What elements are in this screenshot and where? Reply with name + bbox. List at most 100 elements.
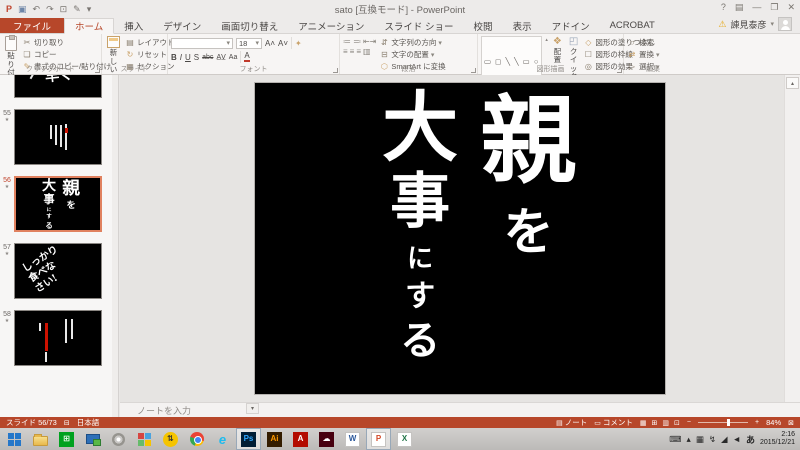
dialog-launcher[interactable]: [471, 68, 476, 73]
start-slideshow-icon[interactable]: ⊡: [60, 4, 68, 15]
action-center-icon[interactable]: ▦: [696, 434, 704, 445]
clock[interactable]: 2:16 2015/12/21: [760, 431, 795, 448]
zoom-level[interactable]: 84%: [766, 418, 781, 427]
cut-button[interactable]: ✂切り取り: [22, 37, 111, 48]
chrome-icon[interactable]: [185, 429, 208, 449]
font-color-button[interactable]: A: [244, 52, 249, 62]
tab-insert[interactable]: 挿入: [114, 18, 153, 33]
word-icon[interactable]: W: [341, 429, 364, 449]
notes-toggle[interactable]: ▤ノート: [556, 417, 587, 428]
avatar[interactable]: [778, 17, 792, 31]
show-hidden-icons-icon[interactable]: ▴: [687, 434, 691, 445]
slideshow-view-button[interactable]: ⊡: [674, 419, 680, 427]
font-name-combo[interactable]: ▾: [171, 38, 233, 49]
zoom-slider-thumb[interactable]: [727, 419, 730, 426]
slide-counter[interactable]: スライド 56/73: [6, 417, 57, 428]
tab-view[interactable]: 表示: [503, 18, 542, 33]
slide-canvas[interactable]: 親を大事にする: [255, 83, 665, 394]
shrink-font-button[interactable]: A˅: [278, 39, 288, 48]
excel-icon[interactable]: X: [393, 429, 416, 449]
volume-icon[interactable]: ◄: [733, 434, 741, 444]
tab-acrobat[interactable]: ACROBAT: [600, 18, 665, 33]
italic-button[interactable]: I: [180, 53, 182, 62]
dialog-launcher[interactable]: [95, 68, 100, 73]
thumbnail-slide-55[interactable]: 55 ★: [0, 109, 102, 165]
remote-desktop-icon[interactable]: [81, 429, 104, 449]
notes-collapse-button[interactable]: ▾: [246, 403, 259, 414]
tab-slideshow[interactable]: スライド ショー: [374, 18, 463, 33]
notes-pane[interactable]: ノートを入力: [120, 402, 800, 417]
power-icon[interactable]: ↯: [709, 434, 716, 445]
tab-file[interactable]: ファイル: [0, 18, 64, 33]
display-settings-icon[interactable]: ⊟: [64, 419, 70, 427]
slide-sorter-view-button[interactable]: ⊞: [652, 419, 658, 427]
tab-transitions[interactable]: 画面切り替え: [211, 18, 288, 33]
thumbnail-scrollbar[interactable]: [112, 75, 118, 417]
powerpoint-icon[interactable]: P: [367, 429, 390, 449]
change-case-button[interactable]: Aa: [229, 54, 238, 61]
start-button-icon[interactable]: [3, 429, 26, 449]
thumbnail-slide-58[interactable]: 58 ★: [0, 310, 102, 366]
underline-button[interactable]: U: [185, 53, 191, 62]
zoom-out-button[interactable]: −: [687, 419, 691, 426]
zoom-in-button[interactable]: +: [755, 419, 759, 426]
windows-store-icon[interactable]: ⊞: [55, 429, 78, 449]
ime-indicator[interactable]: あ: [746, 433, 755, 446]
bold-button[interactable]: B: [171, 53, 177, 62]
tab-animations[interactable]: アニメーション: [288, 18, 374, 33]
tab-home[interactable]: ホーム: [64, 18, 114, 34]
replace-button[interactable]: ⇄置換▾: [627, 49, 679, 60]
thumbnail-slide-54[interactable]: 早く: [0, 75, 102, 98]
clear-formatting-button[interactable]: ✦: [295, 39, 302, 48]
align-left-icon[interactable]: ≡: [343, 47, 348, 56]
find-button[interactable]: ○検索: [627, 37, 679, 48]
internet-explorer-icon[interactable]: e: [211, 429, 234, 449]
scroll-up-button[interactable]: ▴: [786, 77, 799, 89]
ribbon-display-options-button[interactable]: ▤: [735, 2, 744, 13]
bullets-icon[interactable]: ≔: [343, 37, 351, 46]
photoshop-icon[interactable]: Ps: [237, 429, 260, 449]
dialog-launcher[interactable]: [333, 68, 338, 73]
numbering-icon[interactable]: ≕: [353, 37, 361, 46]
ink-pen-icon[interactable]: ✎: [73, 4, 81, 15]
indent-icons[interactable]: ⇤⇥: [363, 37, 376, 46]
font-size-combo[interactable]: 18▾: [236, 38, 262, 49]
strikethrough-button[interactable]: abc: [202, 54, 213, 61]
keyboard-icon[interactable]: ⌨: [669, 434, 681, 445]
thumbnail-slide-57[interactable]: 57 ★ しっかり 食べな さい!: [0, 243, 102, 299]
shadow-button[interactable]: S: [194, 53, 199, 62]
fit-to-window-button[interactable]: ⊠: [788, 419, 794, 427]
grow-font-button[interactable]: A˄: [265, 39, 275, 48]
copy-button[interactable]: ❏コピー: [22, 49, 111, 60]
character-spacing-button[interactable]: A̲V̲: [216, 54, 225, 61]
creative-cloud-icon[interactable]: ☁: [315, 429, 338, 449]
tab-addins[interactable]: アドイン: [542, 18, 600, 33]
align-right-icon[interactable]: ≡: [356, 47, 361, 56]
illustrator-icon[interactable]: Ai: [263, 429, 286, 449]
columns-icon[interactable]: ▥: [363, 47, 371, 56]
tab-review[interactable]: 校閲: [464, 18, 503, 33]
dialog-launcher[interactable]: [617, 68, 622, 73]
thumbnail-slide-56[interactable]: 56 ★ 親を大事にする: [0, 176, 102, 232]
undo-icon[interactable]: ↶: [33, 4, 41, 15]
restore-button[interactable]: ❐: [770, 2, 778, 13]
powerpoint-logo-icon[interactable]: P: [6, 4, 12, 14]
sync-app-icon[interactable]: ⇅: [159, 429, 182, 449]
redo-icon[interactable]: ↷: [46, 4, 54, 15]
normal-view-button[interactable]: ▦: [640, 419, 647, 427]
account-area[interactable]: ⚠ 諌見泰彦 ▾: [718, 17, 792, 31]
save-icon[interactable]: ▣: [18, 4, 27, 15]
close-button[interactable]: ✕: [787, 2, 795, 13]
align-text-button[interactable]: ⊟文字の配置▾: [379, 49, 445, 60]
disc-drive-icon[interactable]: [107, 429, 130, 449]
text-direction-button[interactable]: ⇵文字列の方向▾: [379, 37, 445, 48]
comments-toggle[interactable]: ▭コメント: [594, 417, 633, 428]
zoom-slider[interactable]: [698, 422, 748, 423]
help-button[interactable]: ?: [721, 2, 726, 13]
language-indicator[interactable]: 日本語: [77, 417, 100, 428]
acrobat-icon[interactable]: A: [289, 429, 312, 449]
file-explorer-icon[interactable]: [29, 429, 52, 449]
minimize-button[interactable]: —: [752, 2, 761, 13]
tab-design[interactable]: デザイン: [153, 18, 211, 33]
vertical-scrollbar[interactable]: ▴: [784, 75, 800, 402]
